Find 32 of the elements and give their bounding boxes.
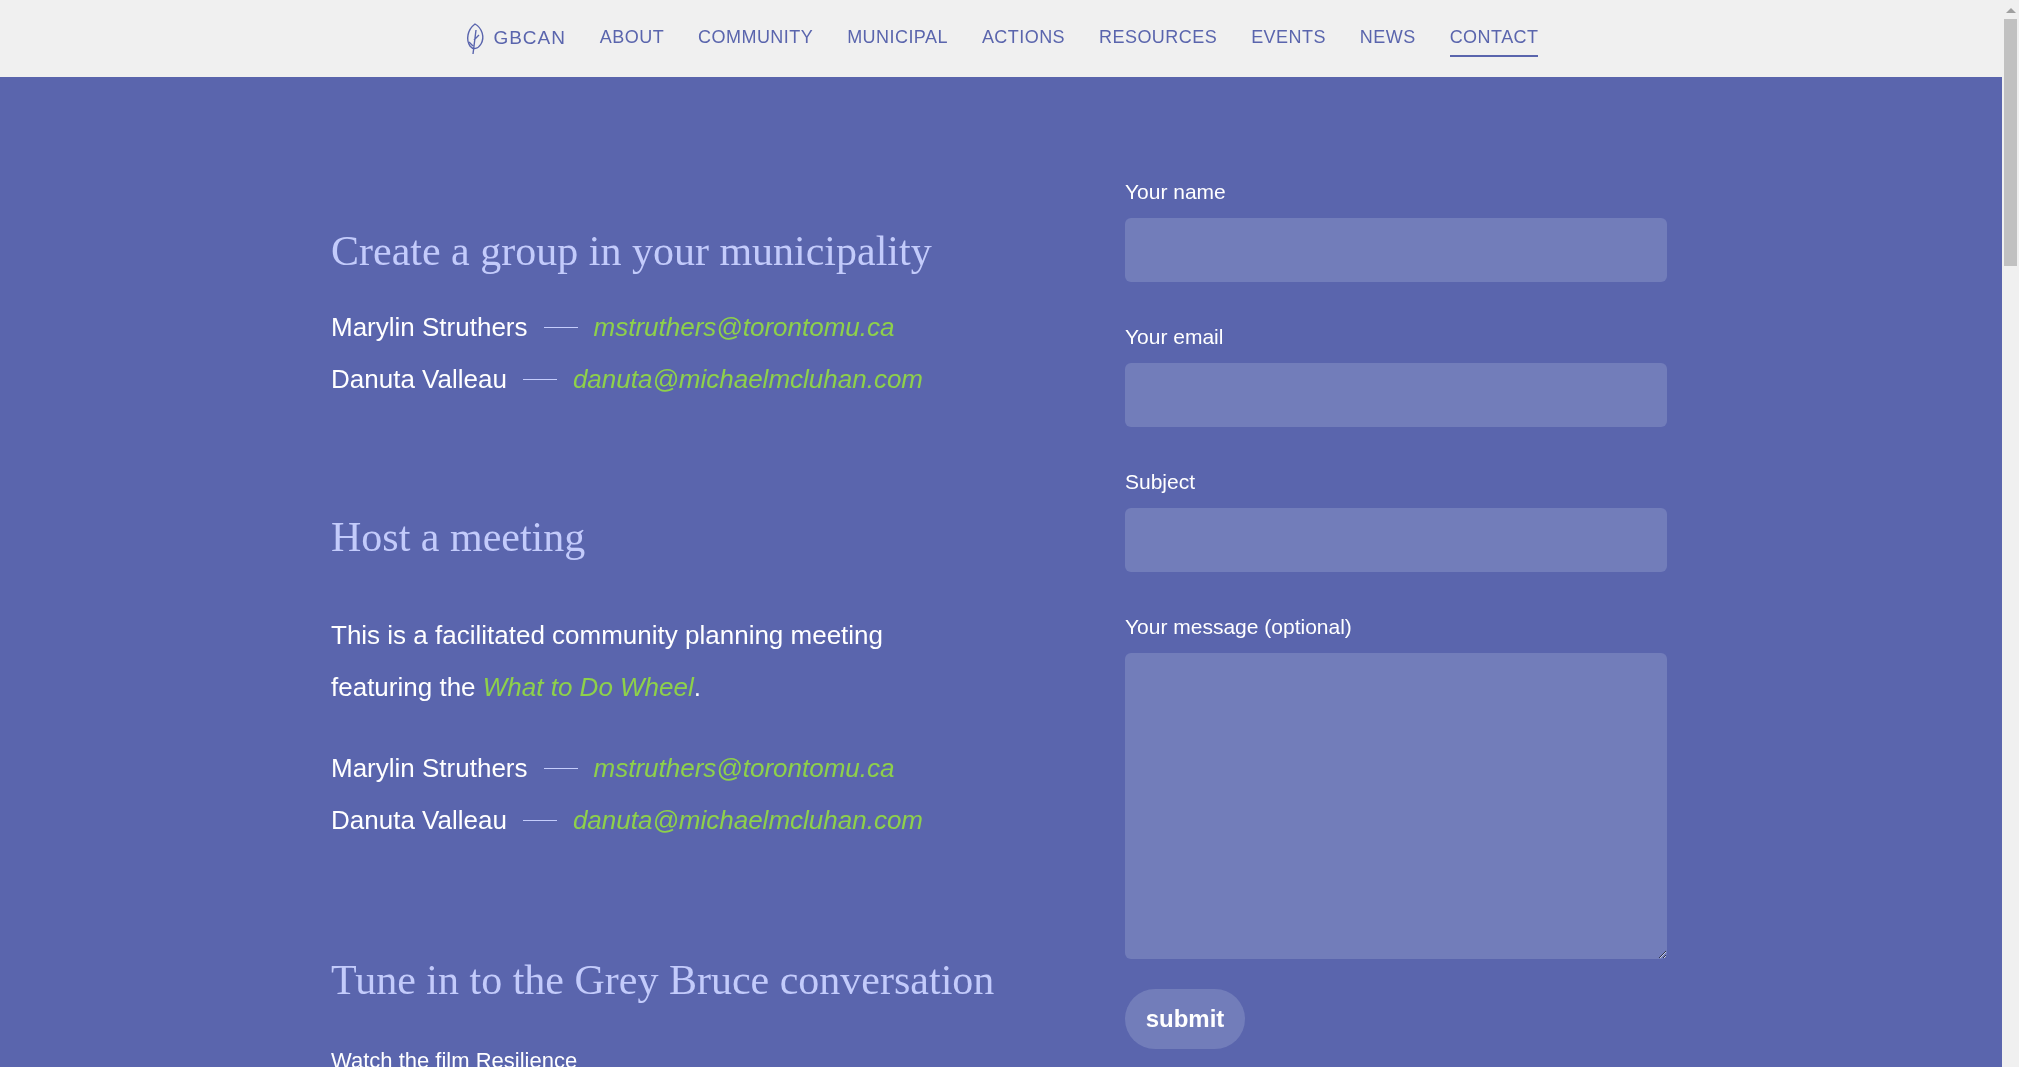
section-heading: Host a meeting bbox=[331, 513, 587, 562]
nav-link[interactable]: CONTACT bbox=[1449, 20, 1539, 57]
scrollbar[interactable] bbox=[2002, 0, 2019, 1067]
section-heading: Tune in to the Grey Bruce conversation bbox=[331, 956, 996, 1005]
input-field[interactable] bbox=[1125, 363, 1667, 427]
nav-link[interactable]: NEWS bbox=[1359, 20, 1416, 57]
email-link[interactable]: danuta@michaelmcluhan.com bbox=[572, 359, 923, 399]
field-label: Your message (optional) bbox=[1125, 615, 1353, 639]
email-link[interactable]: mstruthers@torontomu.ca bbox=[593, 748, 895, 788]
message-field[interactable] bbox=[1125, 653, 1667, 959]
brand-link[interactable]: GBCAN bbox=[463, 21, 566, 56]
email-link[interactable]: mstruthers@torontomu.ca bbox=[593, 307, 895, 347]
nav-link[interactable]: ACTIONS bbox=[981, 20, 1066, 57]
nav-link[interactable]: EVENTS bbox=[1251, 20, 1326, 57]
nav-link[interactable]: COMMUNITY bbox=[698, 20, 814, 57]
wheel-link[interactable]: What to Do Wheel bbox=[482, 672, 694, 702]
section-heading: Create a group in your municipality bbox=[331, 227, 933, 276]
input-field[interactable] bbox=[1125, 508, 1667, 572]
contact-name: Marylin Struthers bbox=[331, 310, 528, 344]
field-label: Your email bbox=[1125, 325, 1225, 349]
field-label: Subject bbox=[1125, 470, 1197, 494]
field-label: Your name bbox=[1125, 180, 1227, 204]
nav-link[interactable]: RESOURCES bbox=[1099, 20, 1218, 57]
contact-name: Marylin Struthers bbox=[331, 751, 528, 785]
nav-link[interactable]: MUNICIPAL bbox=[847, 20, 948, 57]
input-field[interactable] bbox=[1125, 218, 1667, 282]
description-paragraph: This is a facilitated community planning meeting featuring the What to Do Wheel. bbox=[331, 619, 885, 704]
submit-button[interactable]: submit bbox=[1125, 989, 1245, 1049]
nav-link[interactable]: ABOUT bbox=[599, 20, 665, 57]
contact-name: Danuta Valleau bbox=[331, 803, 507, 837]
email-link[interactable]: danuta@michaelmcluhan.com bbox=[572, 800, 923, 840]
contact-name: Danuta Valleau bbox=[331, 362, 507, 396]
